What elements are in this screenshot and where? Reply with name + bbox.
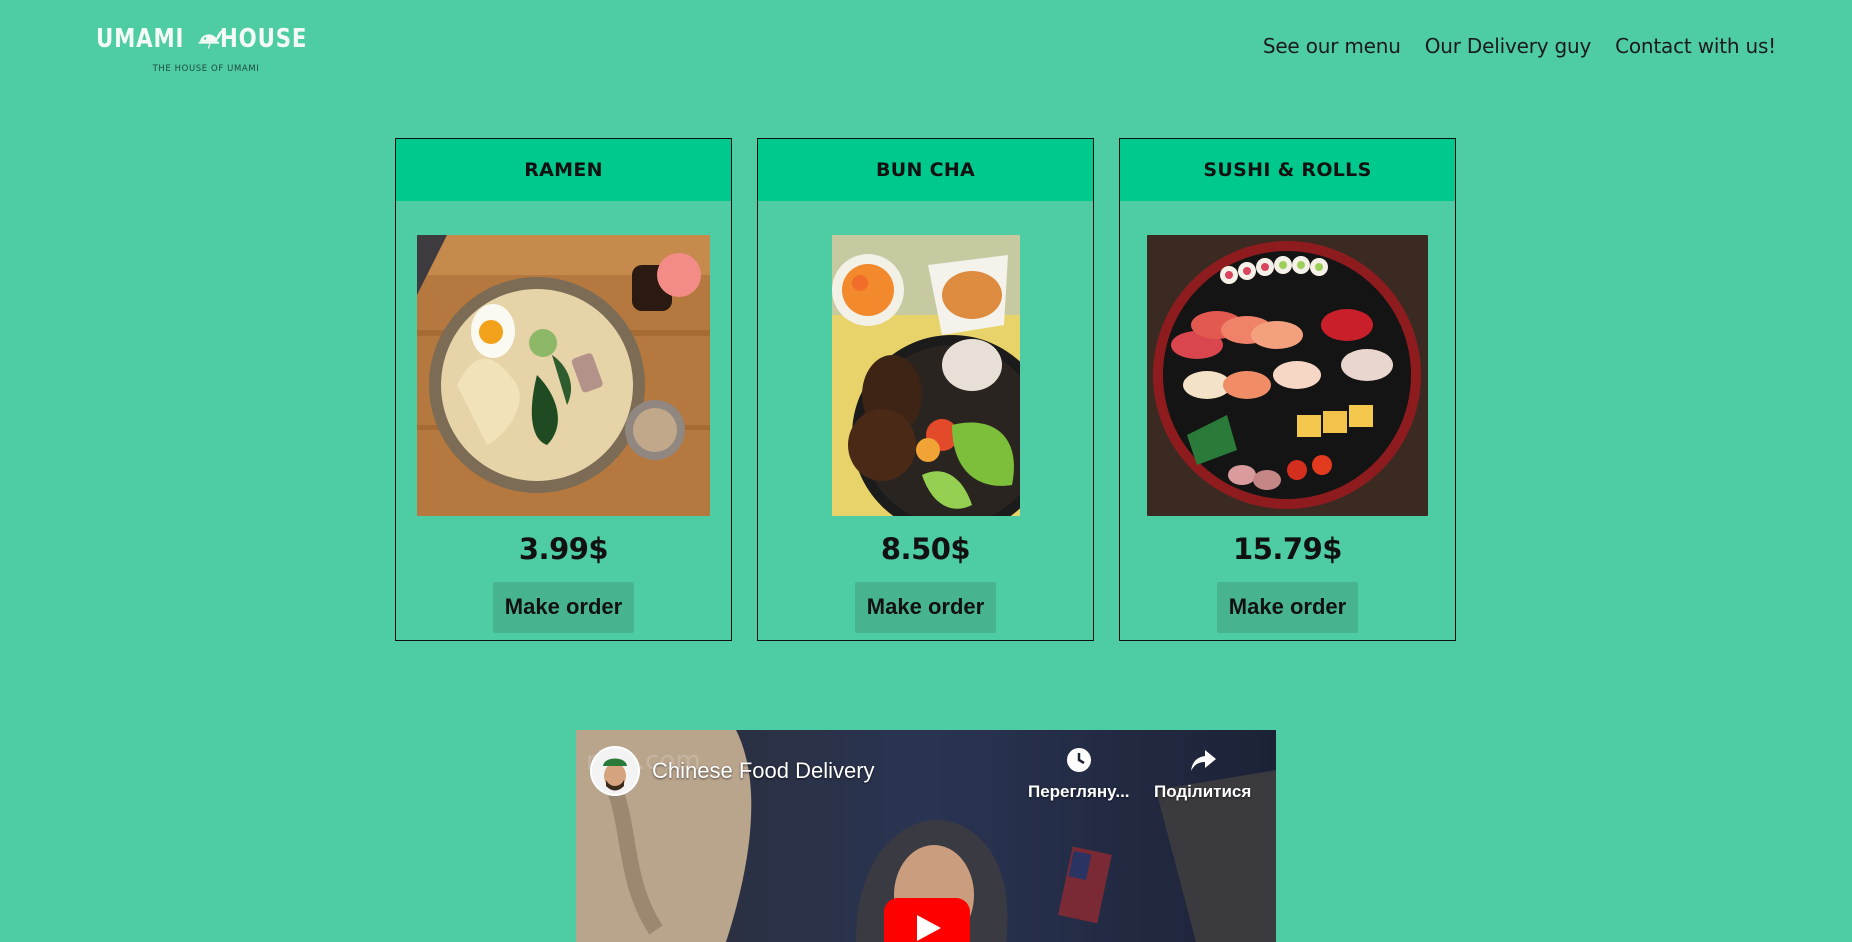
price-label: 15.79$: [1233, 532, 1342, 566]
logo-word-right: HOUSE: [219, 24, 307, 54]
video-title-bar: Chinese Food Delivery: [590, 746, 875, 796]
logo-word-left: UMAMI: [96, 24, 185, 54]
youtube-video-embed[interactable]: ring.com Chinese Food Delivery Переглянy…: [576, 730, 1276, 942]
share-arrow-icon: [1190, 750, 1216, 771]
menu-cards: RAMEN 3.99$ Make order BUN CHA 8.50$ Mak…: [395, 138, 1456, 641]
share-button[interactable]: Поділитися: [1154, 746, 1251, 802]
main-nav: See our menu Our Delivery guy Contact wi…: [1263, 34, 1776, 58]
make-order-button[interactable]: Make order: [854, 582, 997, 633]
price-label: 8.50$: [880, 532, 971, 566]
ramen-bowl-photo: [417, 235, 710, 516]
logo-tagline: THE HOUSE OF UMAMI: [152, 64, 260, 74]
make-order-button[interactable]: Make order: [1216, 582, 1359, 633]
nav-link-menu[interactable]: See our menu: [1263, 34, 1401, 58]
share-label: Поділитися: [1154, 782, 1252, 801]
bun-cha-plate-photo: [831, 235, 1020, 516]
channel-avatar[interactable]: [590, 746, 640, 796]
card-title: SUSHI & ROLLS: [1120, 139, 1455, 201]
watch-later-label: Переглянy...: [1028, 782, 1130, 801]
menu-card-bun-cha: BUN CHA 8.50$ Make order: [757, 138, 1094, 641]
card-title: RAMEN: [396, 139, 731, 201]
play-button[interactable]: [884, 898, 970, 942]
clock-icon: [1066, 748, 1091, 772]
video-title[interactable]: Chinese Food Delivery: [652, 758, 875, 784]
nav-link-contact[interactable]: Contact with us!: [1615, 34, 1776, 58]
menu-card-sushi-rolls: SUSHI & ROLLS 15.79$ Make order: [1119, 138, 1456, 641]
price-label: 3.99$: [518, 532, 609, 566]
watch-later-button[interactable]: Переглянy...: [1028, 746, 1130, 802]
card-title: BUN CHA: [758, 139, 1093, 201]
site-logo[interactable]: UMAMI HOUSE THE HOUSE OF UMAMI: [96, 12, 326, 84]
make-order-button[interactable]: Make order: [492, 582, 635, 633]
sushi-platter-photo: [1147, 235, 1428, 516]
menu-card-ramen: RAMEN 3.99$ Make order: [395, 138, 732, 641]
nav-link-delivery-guy[interactable]: Our Delivery guy: [1425, 34, 1592, 58]
